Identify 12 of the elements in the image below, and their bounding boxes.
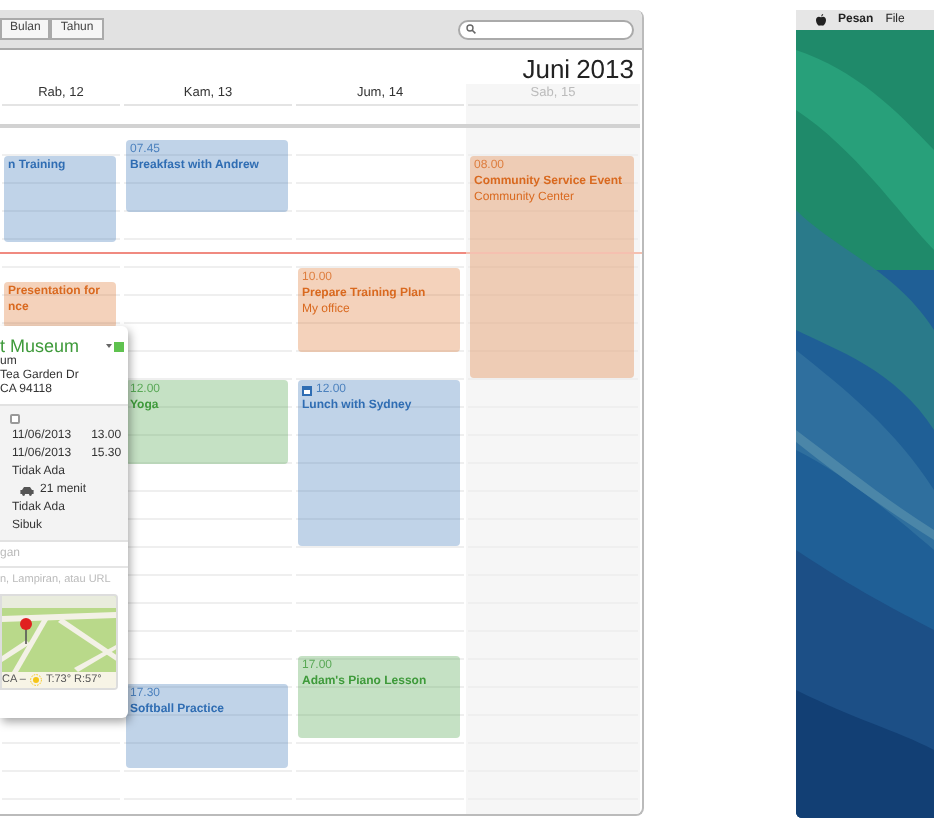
event-title[interactable]: t Museum (0, 336, 80, 356)
caret-icon[interactable] (106, 344, 112, 348)
checkbox[interactable] (10, 414, 20, 424)
search-icon (466, 24, 476, 34)
sun-icon (29, 674, 42, 686)
car-icon (20, 486, 34, 496)
apple-icon[interactable] (816, 14, 826, 26)
year-title: 2013 (576, 56, 634, 84)
month-title: Juni (522, 56, 571, 84)
search-field[interactable] (458, 19, 634, 39)
calendar-color-swatch[interactable] (114, 341, 124, 351)
calendar-icon (302, 385, 312, 395)
